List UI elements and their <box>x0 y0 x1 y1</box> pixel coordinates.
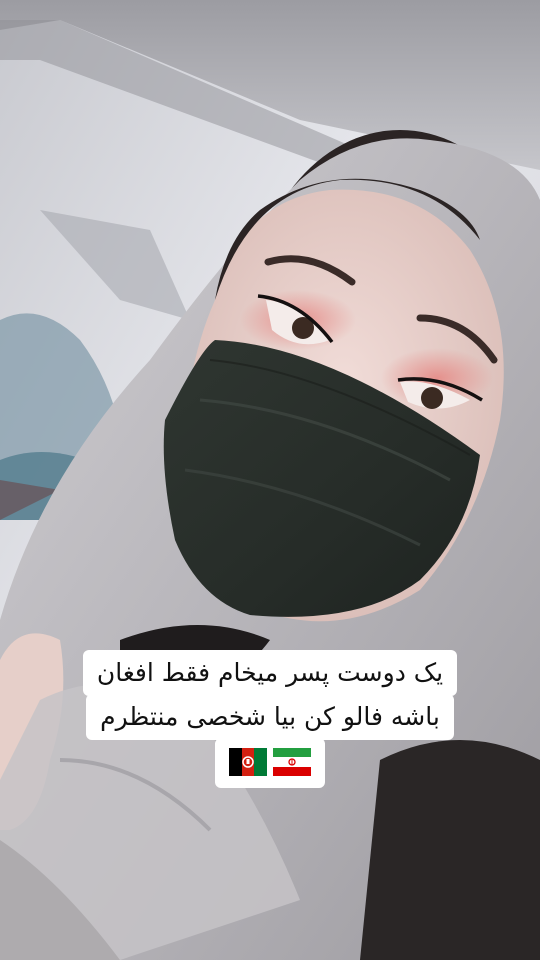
caption-line-1: یک دوست پسر میخام فقط افغان <box>82 650 458 696</box>
caption-line-2: باشه فالو کن بیا شخصی منتظرم <box>86 694 454 740</box>
selfie-photo <box>0 0 540 960</box>
afghanistan-flag <box>229 748 267 776</box>
iran-flag <box>273 748 311 776</box>
flag-row <box>215 738 325 788</box>
caption-overlay: یک دوست پسر میخام فقط افغان باشه فالو کن… <box>0 650 540 788</box>
